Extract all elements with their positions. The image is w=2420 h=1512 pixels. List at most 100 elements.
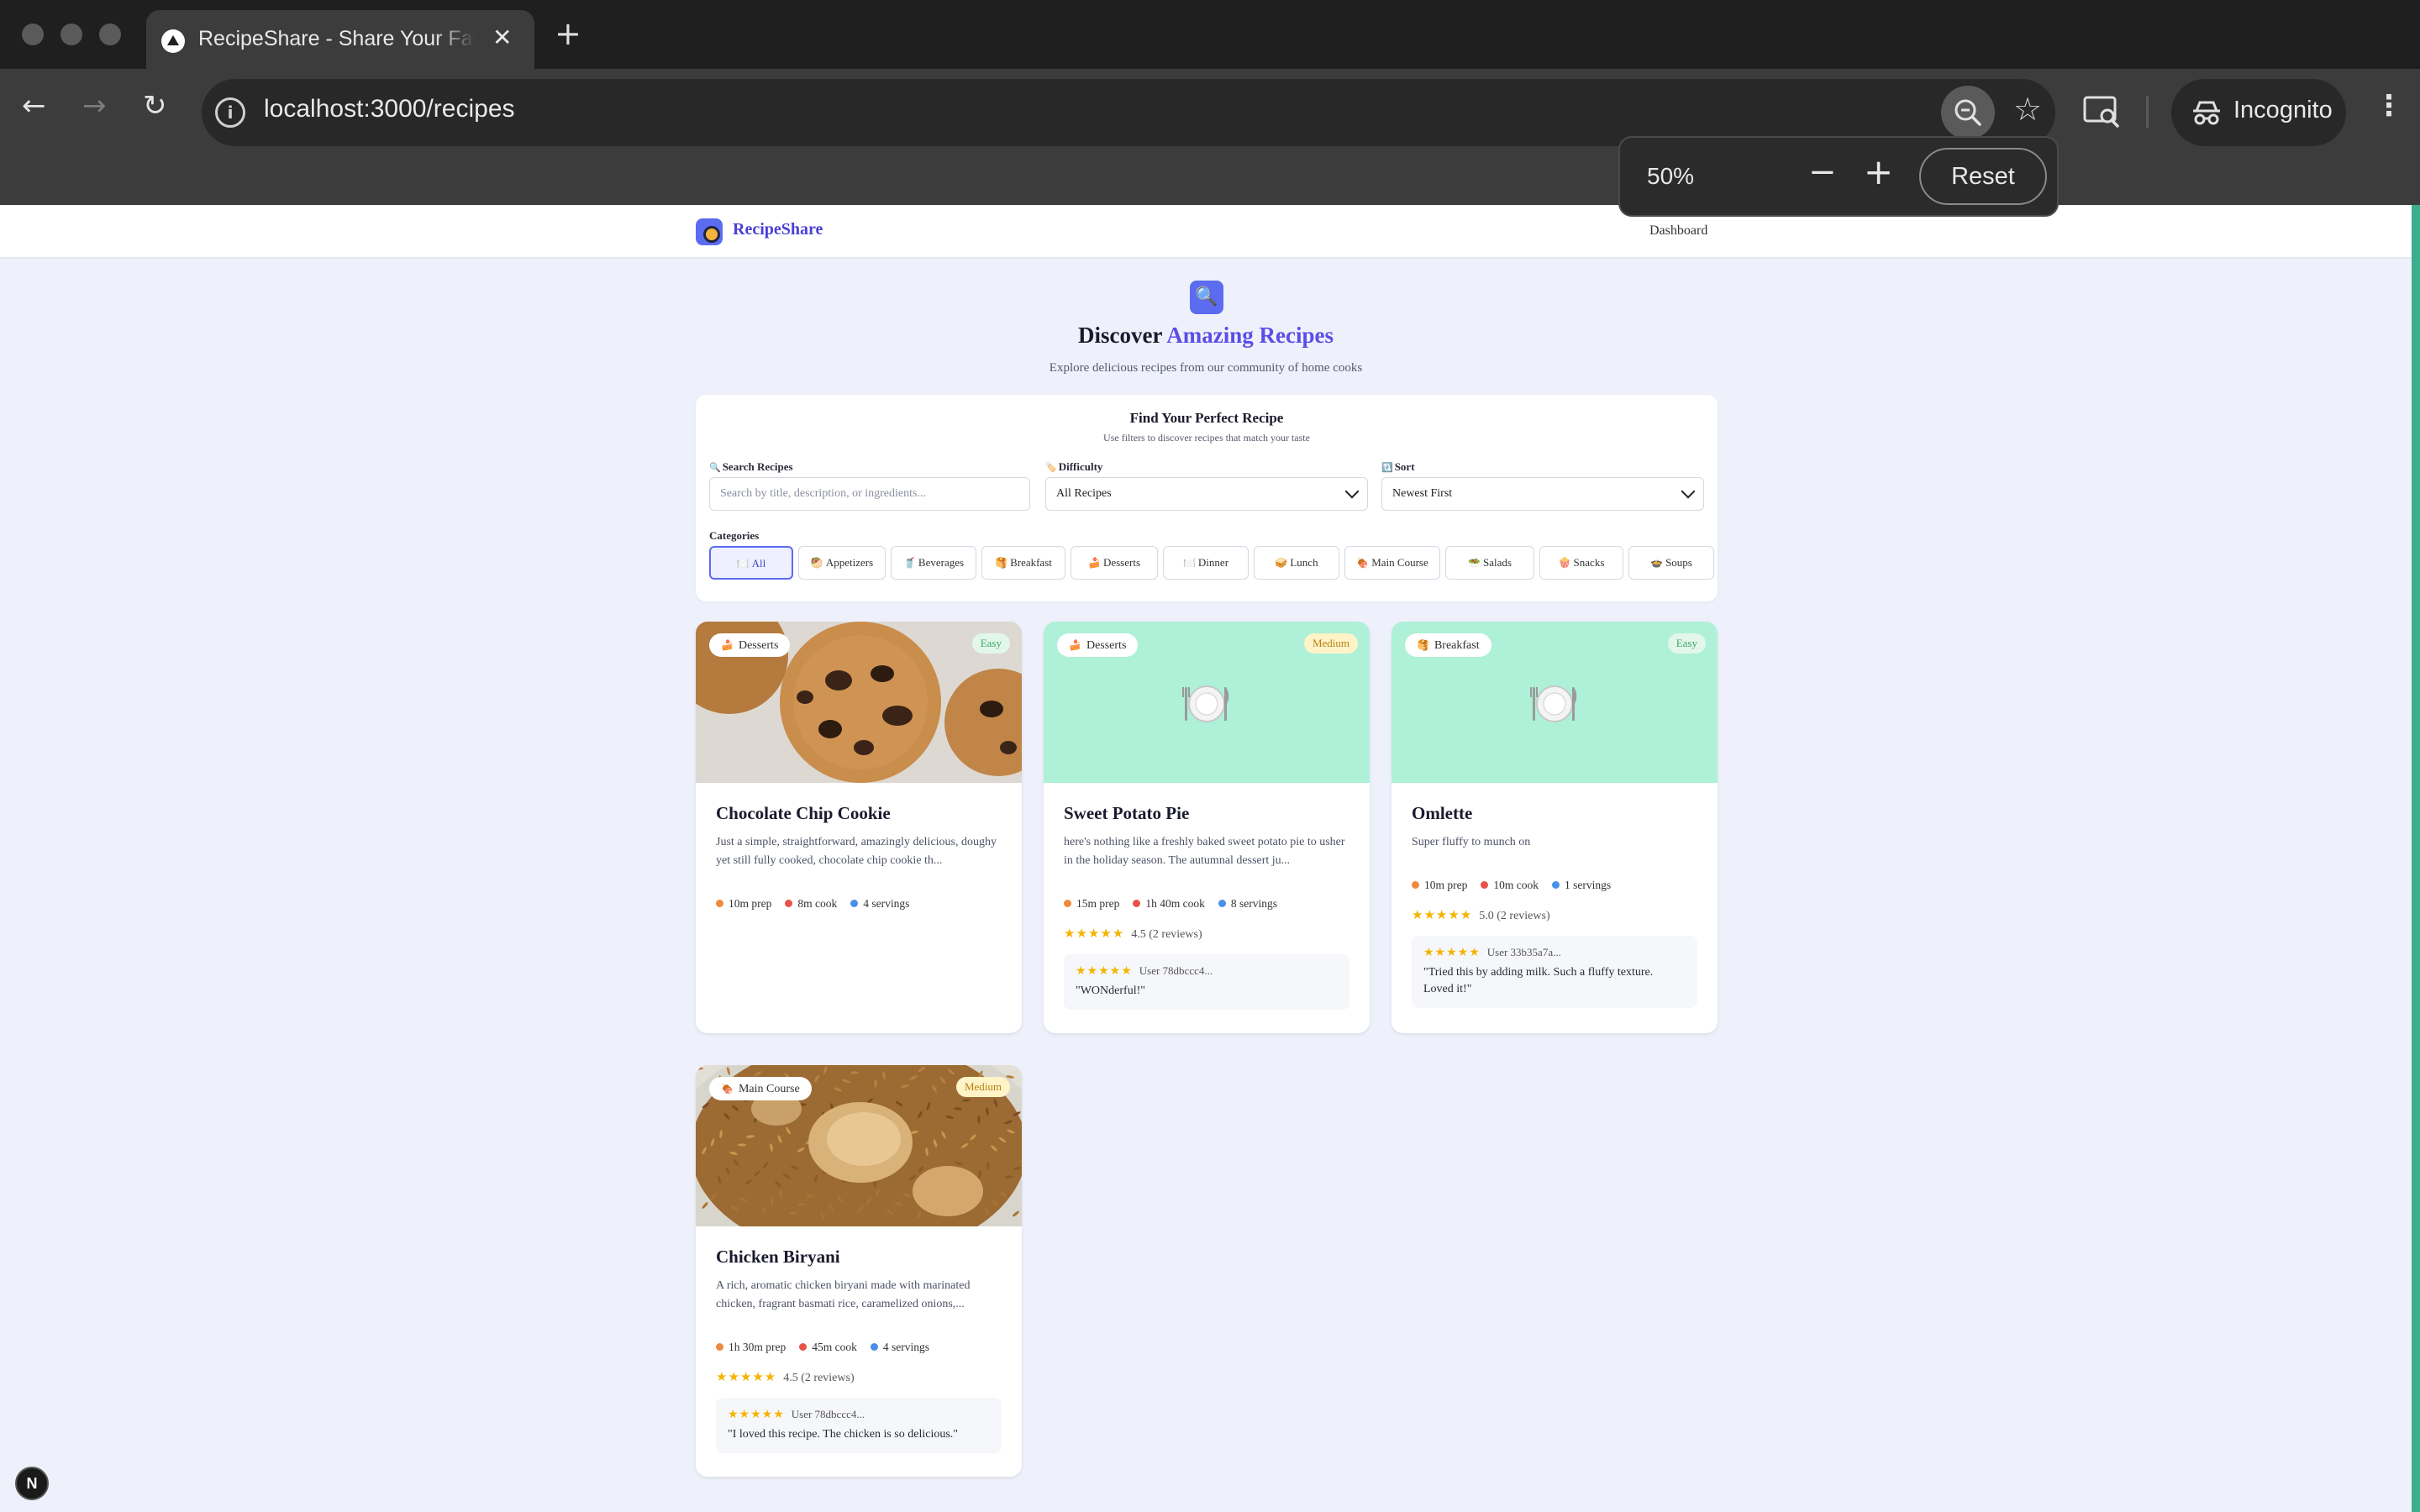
nav-dashboard-link[interactable]: Dashboard: [1649, 223, 1707, 239]
plate-icon: [1182, 685, 1229, 722]
category-icon: 🥪: [1275, 557, 1288, 569]
difficulty-select[interactable]: All Recipes: [1045, 477, 1368, 511]
category-badge: 🥞 Breakfast: [1405, 633, 1491, 657]
servings-dot-icon: [850, 900, 859, 907]
back-icon[interactable]: ←: [22, 89, 46, 123]
url-text[interactable]: localhost:3000/recipes: [264, 95, 515, 123]
window-close-button[interactable]: [22, 24, 44, 45]
zoom-in-icon[interactable]: +: [1864, 151, 1893, 192]
incognito-profile-button[interactable]: Incognito: [2171, 79, 2346, 146]
category-icon: 🍲: [1650, 557, 1664, 569]
forward-icon[interactable]: →: [82, 89, 107, 123]
star-rating-icon: ★★★★★: [1064, 926, 1125, 941]
category-pill-breakfast[interactable]: 🥞 Breakfast: [981, 546, 1065, 580]
recipe-image[interactable]: 🍰 Desserts Medium: [1044, 622, 1370, 783]
recipe-image[interactable]: 🥞 Breakfast Easy: [1392, 622, 1718, 783]
category-icon: 🥗: [1468, 557, 1481, 569]
zoom-reset-button[interactable]: Reset: [1919, 148, 2047, 205]
rating-text: 4.5 (2 reviews): [1131, 928, 1202, 941]
recipe-card[interactable]: 🍰 Desserts Easy Chocolate Chip Cookie Just a…: [696, 622, 1022, 1033]
search-input[interactable]: Search by title, description, or ingredi…: [709, 477, 1030, 511]
review-stars-icon: ★★★★★: [1076, 964, 1133, 978]
cook-time-text: 10m cook: [1493, 879, 1539, 891]
tab-search-icon[interactable]: [2082, 92, 2121, 131]
category-icon: 🍖: [1356, 557, 1370, 569]
category-pill-main-course[interactable]: 🍖 Main Course: [1344, 546, 1440, 580]
category-icon: 🥞: [995, 557, 1008, 569]
review-text: "I loved this recipe. The chicken is so …: [728, 1428, 958, 1441]
site-info-icon[interactable]: i: [215, 97, 245, 128]
category-pill-dinner[interactable]: 🍽️ Dinner: [1163, 546, 1249, 580]
prep-time-text: 15m prep: [1076, 897, 1120, 910]
review-header: ★★★★★ User 33b35a7a...: [1423, 946, 1686, 959]
recipe-title[interactable]: Chocolate Chip Cookie: [716, 803, 891, 824]
browser-menu-icon[interactable]: ⋮: [2375, 89, 2403, 123]
category-pill-snacks[interactable]: 🍿 Snacks: [1539, 546, 1623, 580]
review-stars-icon: ★★★★★: [1423, 946, 1481, 959]
servings-dot-icon: [870, 1343, 878, 1351]
category-icon: 🥙: [810, 557, 823, 569]
tab-close-icon[interactable]: ✕: [492, 24, 512, 51]
prep-time: 1h 30m prep: [716, 1341, 786, 1353]
cook-time-dot-icon: [785, 900, 793, 907]
rating-summary: ★★★★★ 4.5 (2 reviews): [716, 1369, 855, 1385]
recipe-image[interactable]: 🍰 Desserts Easy: [696, 622, 1022, 783]
category-pill-label: Soups: [1665, 556, 1692, 569]
categories-label: Categories: [709, 529, 760, 542]
category-icon: 🍖: [721, 1083, 734, 1095]
recipe-card[interactable]: 🍰 Desserts Medium Sweet Potato Pie here's no…: [1044, 622, 1370, 1033]
recipe-title[interactable]: Sweet Potato Pie: [1064, 803, 1189, 824]
prep-time: 10m prep: [716, 897, 771, 910]
category-icon: 🥤: [902, 557, 916, 569]
chevron-down-icon: [1344, 484, 1360, 499]
cook-time-text: 1h 40m cook: [1145, 897, 1205, 910]
category-pill-label: Main Course: [1371, 556, 1428, 569]
servings-dot-icon: [1218, 900, 1226, 907]
zoom-popup: 50% − + Reset: [1618, 136, 2059, 217]
logo-text[interactable]: RecipeShare: [733, 220, 823, 239]
browser-tab[interactable]: RecipeShare - Share Your Favorite Recipe…: [146, 10, 534, 69]
category-pill-soups[interactable]: 🍲 Soups: [1628, 546, 1714, 580]
search-icon: 🔍: [1190, 281, 1223, 314]
recipe-card[interactable]: 🥞 Breakfast Easy Omlette Super fluffy to mun…: [1392, 622, 1718, 1033]
bookmark-star-icon[interactable]: ☆: [2013, 91, 2042, 128]
recipe-title[interactable]: Omlette: [1412, 803, 1472, 824]
category-pill-label: Breakfast: [1010, 556, 1052, 569]
recipe-title[interactable]: Chicken Biryani: [716, 1247, 840, 1268]
category-pill-desserts[interactable]: 🍰 Desserts: [1071, 546, 1158, 580]
reload-icon[interactable]: ↻: [143, 89, 167, 123]
prep-time-dot-icon: [716, 900, 723, 907]
incognito-icon: [2191, 97, 2222, 128]
servings: 4 servings: [850, 897, 909, 910]
category-pill-salads[interactable]: 🥗 Salads: [1445, 546, 1534, 580]
recipe-description: A rich, aromatic chicken biryani made wi…: [716, 1279, 971, 1310]
magnifier-icon: 🔍: [709, 462, 721, 473]
logo-icon[interactable]: [696, 218, 723, 245]
category-pill-lunch[interactable]: 🥪 Lunch: [1254, 546, 1339, 580]
zoom-out-icon[interactable]: −: [1808, 153, 1837, 192]
review-text: "WONderful!": [1076, 984, 1145, 997]
review-preview: ★★★★★ User 33b35a7a... "Tried this by addi…: [1412, 936, 1697, 1008]
category-pill-appetizers[interactable]: 🥙 Appetizers: [798, 546, 886, 580]
category-pill-all[interactable]: 🍽️ All: [709, 546, 793, 580]
sort-label: 🔃 Sort: [1381, 460, 1415, 473]
prep-time-text: 10m prep: [1424, 879, 1468, 891]
category-pill-beverages[interactable]: 🥤 Beverages: [891, 546, 976, 580]
window-zoom-button[interactable]: [99, 24, 121, 45]
nextjs-dev-badge[interactable]: N: [15, 1467, 49, 1500]
category-filter-row: 🍽️ All 🥙 Appetizers 🥤 Beverages 🥞 Breakfast 🍰 Des…: [709, 546, 1714, 580]
window-minimize-button[interactable]: [60, 24, 82, 45]
recipe-card[interactable]: 🍖 Main Course Medium Chicken Biryani A rich,…: [696, 1065, 1022, 1477]
scrollbar[interactable]: [2412, 205, 2420, 1512]
recipe-image[interactable]: 🍖 Main Course Medium: [696, 1065, 1022, 1226]
category-pill-label: Desserts: [1102, 556, 1140, 569]
sort-select[interactable]: Newest First: [1381, 477, 1704, 511]
zoom-icon[interactable]: [1941, 86, 1995, 139]
favicon-icon: [161, 29, 185, 53]
new-tab-icon[interactable]: +: [555, 15, 581, 52]
review-header: ★★★★★ User 78dbccc4...: [728, 1408, 990, 1421]
prep-time-text: 10m prep: [729, 897, 772, 910]
review-user: User 33b35a7a...: [1486, 946, 1561, 958]
category-pill-label: Lunch: [1290, 556, 1318, 569]
recipe-meta: 1h 30m prep 45m cook 4 servings: [716, 1341, 943, 1354]
